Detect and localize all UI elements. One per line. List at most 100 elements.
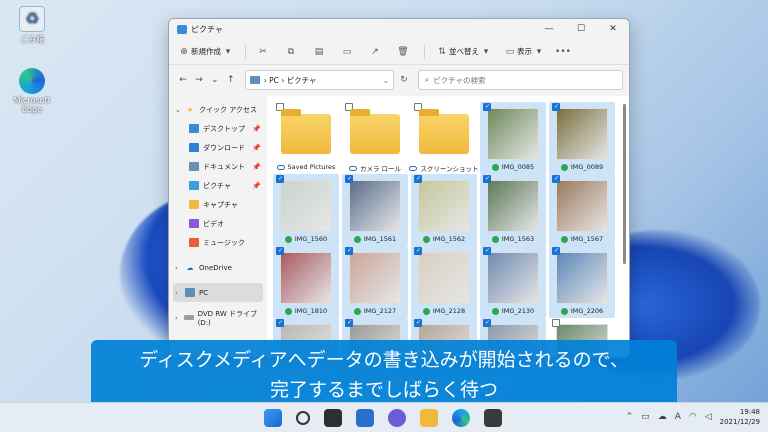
chevron-down-icon: ▾ bbox=[536, 46, 542, 57]
selection-checkbox[interactable] bbox=[276, 175, 284, 183]
edge-icon[interactable] bbox=[452, 409, 470, 427]
file-name: IMG_0085 bbox=[491, 163, 535, 171]
cloud-icon bbox=[348, 165, 357, 171]
photo-thumbnail bbox=[556, 252, 608, 304]
share-icon[interactable]: ↗ bbox=[368, 45, 382, 59]
folder-icon bbox=[189, 219, 199, 228]
selection-checkbox[interactable] bbox=[483, 103, 491, 111]
copy-icon[interactable]: ⧉ bbox=[284, 45, 298, 59]
sidebar-item-quick-access-entry[interactable]: ダウンロード 📌 bbox=[169, 138, 267, 157]
sync-ok-icon bbox=[422, 235, 430, 243]
sidebar-item-quick-access-entry[interactable]: キャプチャ bbox=[169, 195, 267, 214]
ime-indicator[interactable]: A bbox=[675, 412, 681, 422]
search-input[interactable]: ⌕ ピクチャの検索 bbox=[417, 70, 623, 90]
selection-checkbox[interactable] bbox=[552, 175, 560, 183]
file-name-text: IMG_0085 bbox=[501, 163, 535, 171]
selection-checkbox[interactable] bbox=[345, 319, 353, 327]
widgets-icon[interactable] bbox=[356, 409, 374, 427]
desktop-icon-edge[interactable]: Microsoft Edge bbox=[4, 68, 60, 114]
sidebar-item-pc[interactable]: › PC bbox=[173, 283, 263, 302]
sidebar-item-dvd-drive[interactable]: › DVD RW ドライブ (D:) bbox=[169, 308, 267, 327]
photo-item[interactable]: IMG_1561 bbox=[342, 174, 408, 246]
photo-item[interactable]: IMG_2130 bbox=[480, 246, 546, 318]
cut-icon[interactable]: ✂ bbox=[256, 45, 270, 59]
search-icon[interactable] bbox=[296, 411, 310, 425]
minimize-button[interactable]: — bbox=[533, 24, 565, 34]
delete-icon[interactable]: 🗑 bbox=[396, 45, 410, 59]
selection-checkbox[interactable] bbox=[345, 175, 353, 183]
selection-checkbox[interactable] bbox=[552, 319, 560, 327]
selection-checkbox[interactable] bbox=[276, 247, 284, 255]
sort-button[interactable]: ⇅ 並べ替え ▾ bbox=[435, 45, 493, 59]
selection-checkbox[interactable] bbox=[345, 247, 353, 255]
photo-item[interactable]: IMG_0089 bbox=[549, 102, 615, 174]
volume-icon[interactable]: ◁ bbox=[705, 412, 712, 422]
selection-checkbox[interactable] bbox=[552, 103, 560, 111]
more-options-button[interactable]: ••• bbox=[555, 45, 571, 59]
photo-item[interactable]: IMG_2206 bbox=[549, 246, 615, 318]
clock[interactable]: 19:48 2021/12/29 bbox=[720, 407, 760, 427]
clock-time: 19:48 bbox=[739, 408, 760, 416]
selection-checkbox[interactable] bbox=[552, 247, 560, 255]
photo-item[interactable]: IMG_2128 bbox=[411, 246, 477, 318]
photo-item[interactable]: IMG_1562 bbox=[411, 174, 477, 246]
desktop-icon-recycle-bin[interactable]: ごみ箱 bbox=[4, 6, 60, 45]
photo-item[interactable]: IMG_1563 bbox=[480, 174, 546, 246]
sidebar-item-quick-access[interactable]: ⌄ ★ クイック アクセス bbox=[169, 100, 267, 119]
chat-icon[interactable] bbox=[388, 409, 406, 427]
drive-icon[interactable]: ▭ bbox=[641, 412, 650, 422]
chevron-up-icon[interactable]: ⌃ bbox=[626, 412, 634, 422]
selection-checkbox[interactable] bbox=[483, 319, 491, 327]
maximize-button[interactable]: ☐ bbox=[565, 24, 597, 34]
breadcrumb-pc[interactable]: PC bbox=[269, 76, 279, 85]
new-button[interactable]: ⊕ 新規作成 ▾ bbox=[177, 45, 235, 59]
photo-item[interactable]: IMG_1560 bbox=[273, 174, 339, 246]
wifi-icon[interactable]: ◠ bbox=[689, 412, 697, 422]
address-bar[interactable]: › PC › ピクチャ ⌄ bbox=[244, 70, 395, 90]
folder-item[interactable]: Saved Pictures bbox=[273, 102, 339, 174]
photo-item[interactable]: IMG_0085 bbox=[480, 102, 546, 174]
file-name: カメラ ロール bbox=[348, 163, 401, 173]
store-icon[interactable] bbox=[484, 409, 502, 427]
forward-arrow-icon[interactable]: → bbox=[191, 75, 207, 85]
selection-checkbox[interactable] bbox=[414, 319, 422, 327]
selection-checkbox[interactable] bbox=[483, 175, 491, 183]
refresh-icon[interactable]: ↻ bbox=[394, 75, 414, 85]
file-explorer-icon[interactable] bbox=[420, 409, 438, 427]
photo-item[interactable]: IMG_1567 bbox=[549, 174, 615, 246]
selection-checkbox[interactable] bbox=[414, 247, 422, 255]
sidebar-item-quick-access-entry[interactable]: ビデオ bbox=[169, 214, 267, 233]
selection-checkbox[interactable] bbox=[276, 319, 284, 327]
vertical-scrollbar[interactable] bbox=[623, 104, 626, 264]
folder-item[interactable]: スクリーンショット bbox=[409, 102, 479, 174]
sidebar-item-label: OneDrive bbox=[199, 263, 232, 272]
back-arrow-icon[interactable]: ← bbox=[175, 75, 191, 85]
view-button[interactable]: ▭ 表示 ▾ bbox=[503, 45, 546, 59]
selection-checkbox[interactable] bbox=[414, 175, 422, 183]
folder-item[interactable]: カメラ ロール bbox=[342, 102, 408, 174]
sidebar-item-quick-access-entry[interactable]: ミュージック bbox=[169, 233, 267, 252]
sidebar-item-quick-access-entry[interactable]: ピクチャ 📌 bbox=[169, 176, 267, 195]
photo-item[interactable]: IMG_1810 bbox=[273, 246, 339, 318]
sidebar-item-onedrive[interactable]: › ☁ OneDrive bbox=[169, 258, 267, 277]
sidebar-item-quick-access-entry[interactable]: デスクトップ 📌 bbox=[169, 119, 267, 138]
start-button[interactable] bbox=[264, 409, 282, 427]
chevron-down-icon[interactable]: ⌄ bbox=[207, 75, 223, 85]
up-arrow-icon[interactable]: ↑ bbox=[223, 75, 239, 85]
chevron-down-icon[interactable]: ⌄ bbox=[383, 76, 389, 85]
photo-item[interactable]: IMG_2127 bbox=[342, 246, 408, 318]
close-button[interactable]: ✕ bbox=[597, 24, 629, 34]
rename-icon[interactable]: ▭ bbox=[340, 45, 354, 59]
sidebar-item-quick-access-entry[interactable]: ドキュメント 📌 bbox=[169, 157, 267, 176]
file-name-text: IMG_2128 bbox=[432, 307, 466, 315]
file-name-text: IMG_0089 bbox=[570, 163, 604, 171]
folder-icon bbox=[189, 181, 199, 190]
paste-icon[interactable]: ▤ bbox=[312, 45, 326, 59]
task-view-icon[interactable] bbox=[324, 409, 342, 427]
file-name-text: Saved Pictures bbox=[287, 163, 336, 171]
desktop-icon-label: ごみ箱 bbox=[20, 35, 44, 44]
title-bar[interactable]: ピクチャ — ☐ ✕ bbox=[169, 19, 629, 39]
breadcrumb-pictures[interactable]: ピクチャ bbox=[287, 75, 317, 86]
selection-checkbox[interactable] bbox=[483, 247, 491, 255]
cloud-icon[interactable]: ☁ bbox=[658, 412, 667, 422]
